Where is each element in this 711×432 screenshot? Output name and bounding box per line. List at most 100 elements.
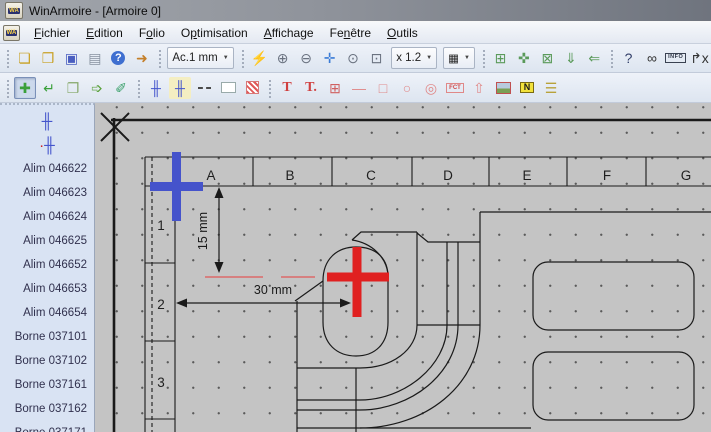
move-tool-icon[interactable]: ✚ (14, 77, 36, 99)
fct-box-icon: FCT (446, 83, 464, 93)
dim-15mm-label: 15 mm (196, 212, 210, 250)
toolbar-grip (156, 48, 163, 68)
winarmoire-window: WA WinArmoire - [Armoire 0] WA FichierEd… (0, 0, 711, 432)
find-icon[interactable]: ∞ (641, 47, 662, 69)
axis-origin-icon[interactable]: ↱x (689, 47, 710, 69)
refresh-lightning-icon[interactable]: ⚡ (248, 47, 269, 69)
paste-folio-icon[interactable]: ❐ (62, 77, 84, 99)
stacked-lines-icon[interactable]: ☰ (540, 77, 562, 99)
rectangle-icon: □ (379, 81, 387, 95)
segment-icon[interactable]: — (348, 77, 370, 99)
dimension-30mm: 30 mm (176, 283, 351, 308)
drawing-toolbar: ✚↵ ❐ ➩✐ ╫ ╫ TT.⊞ — □ ○◎ FCT ⇧ N ☰ (0, 73, 711, 103)
open-folder-icon[interactable]: ❒ (37, 47, 58, 69)
context-help-icon[interactable]: ? (618, 47, 639, 69)
print-icon[interactable]: ▤ (84, 47, 105, 69)
zoom-in-icon[interactable]: ⊕ (272, 47, 293, 69)
move-selection-icon[interactable]: ✜ (513, 47, 534, 69)
blue-placement-cross[interactable] (150, 152, 203, 221)
duplicate-x2-icon[interactable]: ⊞ (490, 47, 511, 69)
circle-icon[interactable]: ○ (396, 77, 418, 99)
paste-folio-icon: ❐ (67, 81, 80, 95)
layers-combo[interactable]: ▦▼ (443, 47, 475, 69)
component-symbol-active-icon[interactable]: ╫ (169, 77, 191, 99)
cad-canvas[interactable]: ABCDEFG 123 (95, 103, 711, 432)
red-placement-cross[interactable] (327, 247, 389, 317)
image-icon[interactable] (492, 77, 514, 99)
row-label-2: 2 (157, 297, 165, 312)
menu-optimisation[interactable]: Optimisation (173, 24, 256, 42)
component-list-item[interactable]: Alim 046623 (0, 181, 94, 205)
component-list-item[interactable]: Alim 046624 (0, 205, 94, 229)
component-symbol-icon: ╫ (151, 81, 161, 95)
load-selection-icon[interactable]: ⇐ (584, 47, 605, 69)
component-list-item[interactable]: Borne 037101 (0, 325, 94, 349)
segment-icon: — (352, 81, 366, 95)
delete-selection-icon[interactable]: ⊠ (537, 47, 558, 69)
menu-affichage[interactable]: Affichage (256, 24, 322, 42)
title-bar[interactable]: WA WinArmoire - [Armoire 0] (0, 0, 711, 22)
target-circle-icon[interactable]: ◎ (420, 77, 442, 99)
dashed-line-icon[interactable] (193, 77, 215, 99)
chevron-down-icon: ▼ (426, 55, 432, 61)
export-arrow-icon[interactable]: ➩ (86, 77, 108, 99)
row-label-3: 3 (157, 375, 165, 390)
hatch-area-icon[interactable] (241, 77, 263, 99)
clean-brush-icon[interactable]: ✐ (110, 77, 132, 99)
component-list-item[interactable]: Alim 046654 (0, 301, 94, 325)
symbol-contact-marked-icon[interactable]: ·╫ (0, 133, 94, 157)
column-label-G: G (681, 168, 692, 183)
mounting-plates (533, 262, 694, 420)
component-list-item[interactable]: Alim 046625 (0, 229, 94, 253)
pan-icon[interactable]: ✛ (319, 47, 340, 69)
zoom-selection-icon[interactable]: ⊙ (342, 47, 363, 69)
zoom-page-icon: ⊡ (371, 51, 383, 65)
duct-outline (295, 212, 711, 432)
text-attribute-icon[interactable]: T. (300, 77, 322, 99)
menu-fichier[interactable]: Fichier (26, 24, 78, 42)
save-selection-icon: ⇓ (565, 51, 577, 65)
new-file-icon[interactable]: ❏ (14, 47, 35, 69)
grid-step-combo[interactable]: Ac.1 mm▼ (167, 47, 233, 69)
component-list-item[interactable]: Alim 046652 (0, 253, 94, 277)
rectangle-icon[interactable]: □ (372, 77, 394, 99)
menu-folio[interactable]: Folio (131, 24, 173, 42)
menu-bar: WA FichierEditionFolioOptimisationAffich… (0, 22, 711, 44)
menu-fentre[interactable]: Fenêtre (322, 24, 379, 42)
validate-return-icon[interactable]: ↵ (38, 77, 60, 99)
toolbar-grip (4, 48, 11, 68)
reference-grid-frame (145, 157, 711, 432)
zoom-scale-combo[interactable]: x 1.2▼ (391, 47, 437, 69)
component-list-item[interactable]: Borne 037102 (0, 349, 94, 373)
fct-box-icon[interactable]: FCT (444, 77, 466, 99)
component-list-item[interactable]: Alim 046622 (0, 157, 94, 181)
zoom-previous-icon[interactable]: ⊖ (295, 47, 316, 69)
stacked-lines-icon: ☰ (545, 81, 558, 95)
toolbar-grip (480, 48, 487, 68)
component-list-item[interactable]: Borne 037162 (0, 397, 94, 421)
text-table-icon[interactable]: ⊞ (324, 77, 346, 99)
menu-edition[interactable]: Edition (78, 24, 131, 42)
toolbar-grip (4, 78, 11, 98)
text-tool-icon[interactable]: T (276, 77, 298, 99)
axis-origin-icon: ↱x (690, 51, 709, 65)
component-list-panel: ╫·╫ Alim 046622Alim 046623Alim 046624Ali… (0, 103, 95, 432)
pan-icon: ✛ (324, 51, 336, 65)
component-symbol-icon[interactable]: ╫ (145, 77, 167, 99)
zoom-page-icon[interactable]: ⊡ (366, 47, 387, 69)
menu-outils[interactable]: Outils (379, 24, 426, 42)
note-n-icon[interactable]: N (516, 77, 538, 99)
symbol-contact-icon[interactable]: ╫ (0, 109, 94, 133)
duplicate-x2-icon: ⊞ (495, 51, 507, 65)
help-icon[interactable]: ? (108, 47, 129, 69)
exit-icon[interactable]: ➜ (131, 47, 152, 69)
arrow-up-icon[interactable]: ⇧ (468, 77, 490, 99)
save-selection-icon[interactable]: ⇓ (560, 47, 581, 69)
component-list-item[interactable]: Alim 046653 (0, 277, 94, 301)
white-rect-icon[interactable] (217, 77, 239, 99)
info-icon[interactable]: INFO (665, 47, 687, 69)
component-list-item[interactable]: Borne 037161 (0, 373, 94, 397)
column-label-B: B (285, 168, 294, 183)
component-list-item[interactable]: Borne 037171 (0, 421, 94, 432)
save-icon[interactable]: ▣ (61, 47, 82, 69)
